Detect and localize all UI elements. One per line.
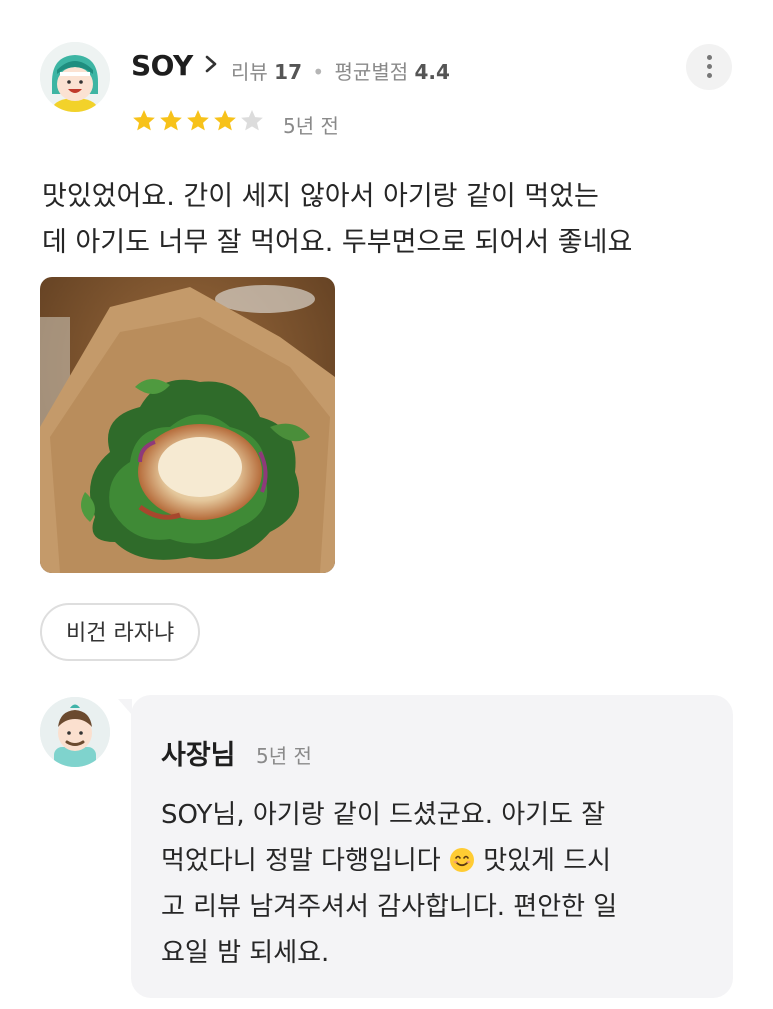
owner-avatar — [40, 697, 110, 767]
owner-avatar-image — [40, 697, 110, 767]
owner-name: 사장님 — [161, 740, 236, 771]
reviewer-name[interactable]: SOY — [131, 49, 193, 82]
chevron-right-icon[interactable] — [200, 53, 222, 75]
reply-text-line: 요일 밤 되세요. — [161, 938, 330, 968]
star-filled-icon — [187, 109, 209, 131]
more-options-button[interactable] — [686, 44, 732, 90]
reply-text-line: 고 리뷰 남겨주셔서 감사합니다. 편안한 일 — [161, 892, 618, 922]
menu-tag-chip[interactable]: 비건 라자냐 — [40, 603, 201, 661]
avg-rating: 4.4 — [414, 60, 450, 84]
star-filled-icon — [133, 109, 155, 131]
review-text: 맛있었어요. 간이 세지 않아서 아기랑 같이 먹었는 데 아기도 너무 잘 먹… — [42, 174, 732, 266]
star-rating — [131, 108, 265, 134]
more-vertical-icon — [707, 55, 712, 60]
vegan-lasagna-photo — [40, 277, 335, 573]
avg-rating-label: 평균별점 — [334, 60, 409, 84]
review-count-label: 리뷰 — [231, 60, 268, 84]
reply-bubble-tail — [118, 699, 132, 715]
reviewer-avatar[interactable] — [40, 42, 110, 112]
star-empty-icon — [241, 109, 263, 131]
separator-dot: • — [312, 60, 325, 84]
reply-text-line: 맛있게 드시 — [483, 846, 612, 876]
reply-text-line: 먹었다니 정말 다행입니다 — [161, 846, 441, 876]
review-photo[interactable] — [40, 277, 335, 573]
reviewer-stats: 리뷰 17 • 평균별점 4.4 — [231, 56, 450, 85]
reply-date: 5년 전 — [256, 744, 312, 768]
reply-text-line: SOY님, 아기랑 같이 드셨군요. 아기도 잘 — [161, 800, 606, 830]
owner-reply-text: SOY님, 아기랑 같이 드셨군요. 아기도 잘 먹었다니 정말 다행입니다 맛… — [161, 792, 706, 976]
review-date: 5년 전 — [283, 114, 339, 138]
smiling-face-icon — [449, 848, 474, 872]
star-filled-icon — [214, 109, 236, 131]
review-count: 17 — [274, 60, 303, 84]
review-text-line: 맛있었어요. 간이 세지 않아서 아기랑 같이 먹었는 — [42, 181, 599, 212]
review-text-line: 데 아기도 너무 잘 먹어요. 두부면으로 되어서 좋네요 — [42, 227, 633, 258]
star-filled-icon — [160, 109, 182, 131]
reviewer-avatar-image — [40, 42, 110, 112]
